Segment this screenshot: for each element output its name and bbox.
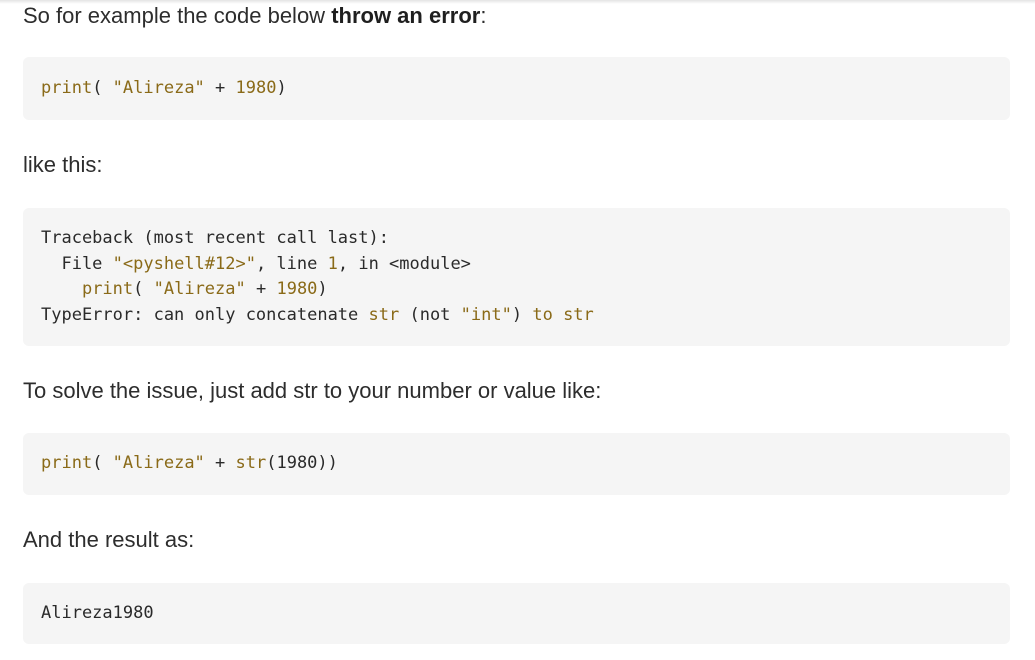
traceback-line-1: Traceback (most recent call last): bbox=[41, 226, 1010, 252]
intro-bold-text: throw an error bbox=[331, 3, 481, 28]
traceback-line-label: , line bbox=[255, 253, 328, 274]
code-number: 1980 bbox=[276, 279, 318, 299]
paragraph-result: And the result as: bbox=[23, 527, 195, 552]
intro-text: So for example the code below bbox=[23, 3, 332, 28]
code-line: Alireza1980 bbox=[41, 601, 1010, 627]
traceback-file-prefix: File bbox=[41, 253, 113, 274]
to-keyword: to bbox=[532, 304, 553, 325]
code-block-solution[interactable]: print( "Alireza" + str(1980)) bbox=[23, 433, 1010, 495]
code-block-error-example[interactable]: print( "Alireza" + 1980) bbox=[23, 57, 1010, 120]
traceback-line-3: print( "Alireza" + 1980) bbox=[41, 277, 1010, 303]
not-text: (not bbox=[399, 304, 461, 325]
code-string: "Alireza" bbox=[112, 453, 205, 473]
code-operator: + bbox=[245, 279, 277, 299]
traceback-indent bbox=[41, 279, 82, 299]
type-str-1: str bbox=[368, 304, 400, 325]
traceback-line-2: File "<pyshell#12>", line 1, in <module> bbox=[41, 252, 1010, 278]
traceback-module: , in <module> bbox=[337, 253, 471, 274]
code-block-result[interactable]: Alireza1980 bbox=[23, 583, 1010, 644]
code-paren: ( bbox=[92, 78, 113, 98]
space-text bbox=[553, 305, 563, 325]
code-paren: ( bbox=[133, 279, 154, 299]
paragraph-like-this: like this: bbox=[23, 152, 103, 177]
type-int-string: "int" bbox=[460, 304, 512, 325]
code-number: 1980 bbox=[235, 78, 277, 98]
code-arg: (1980)) bbox=[266, 453, 338, 473]
traceback-file-name: "<pyshell#12>" bbox=[112, 253, 256, 274]
code-paren: ) bbox=[276, 78, 287, 98]
code-operator: + bbox=[204, 78, 236, 98]
type-error-text: TypeError: can only concatenate bbox=[41, 304, 369, 325]
code-line: print( "Alireza" + str(1980)) bbox=[41, 451, 1010, 477]
paragraph-solution: To solve the issue, just add str to your… bbox=[23, 378, 602, 403]
traceback-line-number: 1 bbox=[327, 253, 338, 274]
code-line: print( "Alireza" + 1980) bbox=[41, 76, 1010, 102]
close-paren-text: ) bbox=[511, 304, 533, 325]
traceback-line-4: TypeError: can only concatenate str (not… bbox=[41, 303, 1010, 329]
intro-colon: : bbox=[480, 3, 487, 28]
result-output: Alireza1980 bbox=[41, 603, 154, 623]
code-operator: + bbox=[204, 453, 236, 473]
traceback-header: Traceback (most recent call last): bbox=[41, 228, 389, 248]
type-str-2: str bbox=[563, 304, 594, 325]
code-func: print bbox=[41, 78, 93, 98]
code-paren: ) bbox=[317, 279, 328, 299]
code-string: "Alireza" bbox=[153, 279, 246, 299]
code-func: print bbox=[41, 453, 93, 473]
code-string: "Alireza" bbox=[112, 78, 205, 98]
code-func: print bbox=[81, 279, 134, 299]
code-paren: ( bbox=[92, 453, 113, 473]
paragraph-example-intro: So for example the code below throw an e… bbox=[23, 2, 486, 30]
code-str-func: str bbox=[235, 453, 267, 473]
code-block-traceback[interactable]: Traceback (most recent call last): File … bbox=[23, 208, 1010, 346]
